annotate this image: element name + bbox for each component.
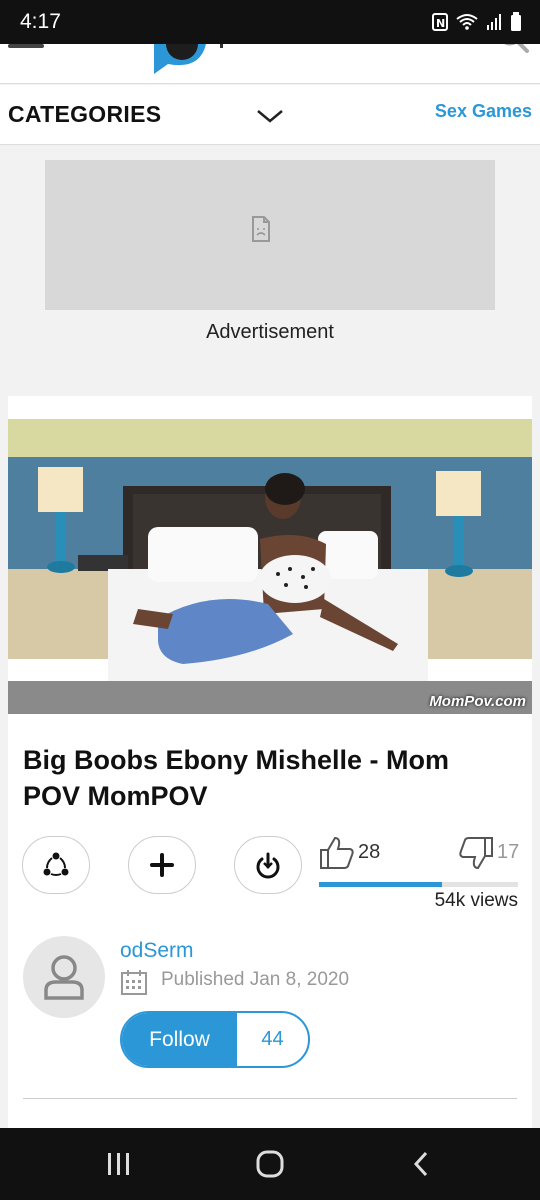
site-header — [0, 44, 540, 84]
view-count: 54k views — [434, 890, 518, 911]
user-icon — [44, 955, 84, 1000]
broken-image-icon — [252, 216, 270, 242]
nfc-icon: N — [432, 13, 448, 31]
like-count: 28 — [358, 841, 381, 863]
advertisement-label: Advertisement — [206, 321, 334, 343]
battery-icon — [511, 12, 521, 31]
svg-text:N: N — [436, 17, 445, 30]
recent-apps-button[interactable] — [99, 1146, 139, 1182]
thumbs-up-icon[interactable] — [319, 836, 355, 870]
home-button[interactable] — [250, 1146, 290, 1182]
back-icon — [413, 1151, 428, 1177]
video-thumbnail[interactable]: MomPov.com — [8, 419, 532, 714]
follow-button[interactable]: Follow — [122, 1013, 237, 1066]
add-to-playlist-button[interactable] — [128, 836, 196, 894]
add-icon — [150, 853, 174, 877]
home-icon — [256, 1150, 284, 1178]
download-icon — [256, 852, 280, 879]
thumbnail-image — [8, 419, 532, 714]
search-icon[interactable] — [498, 44, 530, 56]
rating-bar — [319, 882, 518, 887]
rating-bar-fill — [319, 882, 443, 887]
chevron-down-icon[interactable] — [255, 105, 285, 125]
uploader-name[interactable]: odSerm — [120, 939, 194, 963]
advertisement-frame[interactable] — [45, 160, 495, 310]
status-icons: N — [432, 12, 522, 32]
dislike-count: 17 — [497, 841, 520, 863]
thumbs-down-icon[interactable] — [458, 836, 494, 870]
download-button[interactable] — [234, 836, 302, 894]
thumbnail-watermark: MomPov.com — [429, 693, 526, 710]
video-title: Big Boobs Ebony Mishelle - Mom POV MomPO… — [23, 745, 450, 811]
back-button[interactable] — [401, 1146, 441, 1182]
follow-control: Follow 44 — [120, 1011, 310, 1068]
categories-bar: CATEGORIES Sex Games — [0, 85, 540, 145]
share-button[interactable] — [22, 836, 90, 894]
status-bar: 4:17 N — [0, 0, 540, 44]
logo-text-fragment — [220, 44, 223, 48]
uploader-avatar[interactable] — [23, 936, 105, 1018]
share-icon — [43, 852, 69, 876]
divider — [23, 1098, 517, 1099]
signal-icon — [487, 14, 501, 30]
recent-apps-icon — [108, 1153, 129, 1175]
logo-icon[interactable] — [150, 44, 214, 74]
sex-games-link[interactable]: Sex Games — [435, 101, 532, 122]
categories-dropdown-label[interactable]: CATEGORIES — [8, 101, 161, 128]
calendar-icon — [121, 970, 147, 995]
published-date: Published Jan 8, 2020 — [161, 969, 350, 990]
menu-icon[interactable] — [8, 44, 44, 56]
wifi-icon — [456, 14, 478, 30]
system-nav-bar — [0, 1128, 540, 1200]
video-card: MomPov.com Big Boobs Ebony Mishelle - Mo… — [8, 396, 532, 1136]
follower-count: 44 — [261, 1028, 284, 1050]
status-time: 4:17 — [20, 10, 61, 33]
